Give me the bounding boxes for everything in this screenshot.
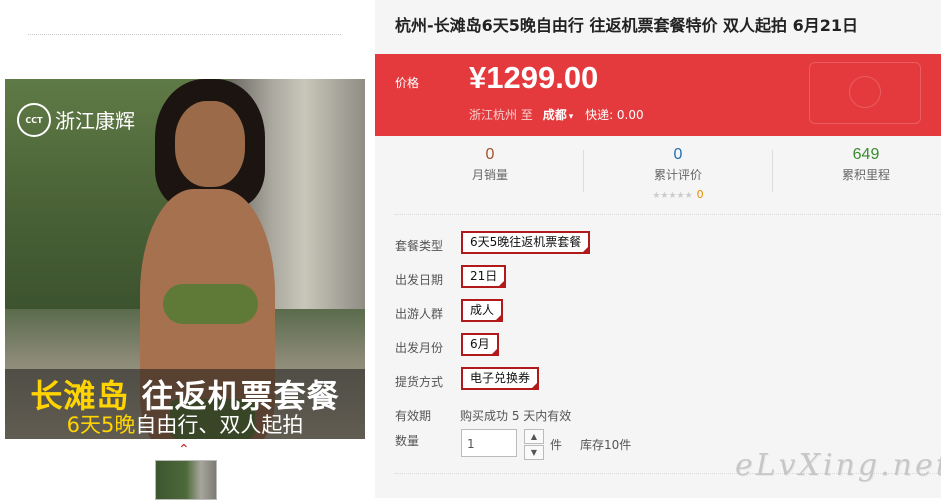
option-chip-month-text: 6月 — [470, 337, 490, 351]
stat-reviews-value[interactable]: 0 — [588, 146, 768, 164]
stat-points: 649 累积里程 — [776, 146, 941, 183]
price-box: 价格 ¥1299.00 浙江杭州 至 成都 ▾ 快递: 0.00 — [375, 54, 941, 136]
stat-points-label: 累积里程 — [841, 168, 890, 182]
stock-count: 库存10件 — [580, 438, 632, 452]
option-chip-travelers[interactable]: 成人 — [461, 299, 504, 322]
option-chip-date-text: 21日 — [470, 269, 498, 283]
quantity-decrease-icon[interactable]: ▼ — [524, 445, 544, 460]
option-chip-travelers-text: 成人 — [470, 303, 495, 317]
stat-points-value: 649 — [852, 146, 880, 163]
selected-corner-icon — [490, 348, 498, 355]
option-label-package: 套餐类型 — [395, 239, 444, 253]
option-chip-delivery-text: 电子兑换券 — [470, 371, 531, 385]
option-chip-month[interactable]: 6月 — [461, 333, 499, 356]
product-gallery: CCT 浙江康辉 长滩岛 往返机票套餐 6天5晚自由行、双人起拍 ⌃ — [0, 0, 375, 500]
promo-subtitle-terms: 自由行、双人起拍 — [135, 413, 304, 437]
stat-reviews-label[interactable]: 累计评价 — [588, 166, 768, 183]
site-watermark: eLvXing.net — [735, 448, 941, 483]
quantity-unit: 件 — [550, 438, 563, 452]
stat-monthly-sales-label: 月销量 — [471, 168, 508, 182]
selected-corner-icon — [498, 280, 506, 287]
divider — [395, 214, 941, 215]
validity-label: 有效期 — [395, 409, 432, 423]
shipping-destination-select[interactable]: 成都 — [543, 108, 567, 122]
option-label-delivery: 提货方式 — [395, 375, 444, 389]
photo-figure-head — [175, 101, 245, 187]
selected-corner-icon — [531, 382, 539, 389]
shipping-origin: 浙江杭州 — [469, 108, 518, 122]
brand-logo-icon: CCT — [17, 103, 51, 137]
quantity-input[interactable]: 1 — [461, 429, 517, 457]
stat-reviews[interactable]: 0 累计评价 ★★★★★ 0 — [588, 146, 768, 202]
option-chip-delivery[interactable]: 电子兑换券 — [461, 367, 540, 390]
promo-subtitle-duration: 6天5晚 — [66, 413, 136, 437]
rating-count: 0 — [696, 188, 704, 201]
price-box-decoration-circle — [849, 76, 881, 108]
stat-monthly-sales-value: 0 — [485, 146, 495, 163]
option-chip-package[interactable]: 6天5晚往返机票套餐 — [461, 231, 591, 254]
quantity-increase-icon[interactable]: ▲ — [524, 429, 544, 444]
option-chip-package-text: 6天5晚往返机票套餐 — [470, 235, 582, 249]
divider — [28, 34, 341, 35]
product-main-image[interactable]: CCT 浙江康辉 长滩岛 往返机票套餐 6天5晚自由行、双人起拍 — [5, 79, 365, 439]
shipping-row: 浙江杭州 至 成都 ▾ 快递: 0.00 — [469, 106, 644, 123]
product-stats: 0 月销量 0 累计评价 ★★★★★ 0 649 累积里程 — [395, 146, 941, 206]
chevron-down-icon[interactable]: ▾ — [569, 112, 574, 122]
selected-corner-icon — [582, 246, 590, 253]
stat-separator — [772, 150, 773, 192]
validity-value: 购买成功 5 天内有效 — [460, 409, 572, 423]
option-label-travelers: 出游人群 — [395, 307, 444, 321]
promo-subtitle: 6天5晚自由行、双人起拍 — [5, 409, 365, 439]
shipping-to-label: 至 — [520, 108, 533, 122]
photo-figure-swimwear-top — [163, 284, 258, 324]
price-label: 价格 — [395, 76, 420, 90]
gallery-thumbnail[interactable] — [155, 460, 217, 500]
option-label-month: 出发月份 — [395, 341, 444, 355]
price-value: ¥1299.00 — [469, 60, 599, 95]
stat-monthly-sales: 0 月销量 — [400, 146, 580, 183]
shipping-fee: 快递: 0.00 — [585, 108, 644, 122]
brand-name: 浙江康辉 — [55, 109, 135, 133]
product-title: 杭州-长滩岛6天5晚自由行 往返机票套餐特价 双人起拍 6月21日 — [395, 16, 859, 35]
selected-corner-icon — [495, 314, 503, 321]
rating-row: ★★★★★ 0 — [588, 183, 768, 202]
stat-separator — [583, 150, 584, 192]
star-rating-icon: ★★★★★ — [652, 191, 693, 201]
option-label-date: 出发日期 — [395, 273, 444, 287]
option-chip-date[interactable]: 21日 — [461, 265, 507, 288]
chevron-up-icon[interactable]: ⌃ — [178, 442, 190, 458]
quantity-label: 数量 — [395, 434, 420, 448]
